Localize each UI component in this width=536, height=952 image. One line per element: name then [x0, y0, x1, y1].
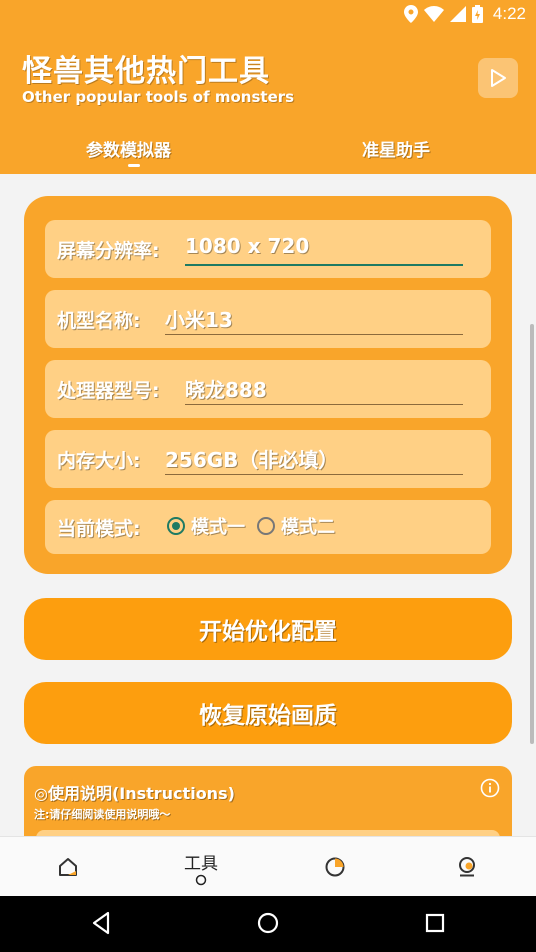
circle-indicator-icon	[195, 874, 207, 885]
scrollbar[interactable]	[530, 324, 534, 744]
mode-one-label[interactable]: 模式一	[191, 513, 245, 539]
resolution-input[interactable]: 1080 x 720	[185, 234, 463, 266]
mode-label: 当前模式:	[57, 518, 141, 540]
memory-row: 内存大小: 256GB（非必填）	[45, 430, 491, 488]
mode-row: 当前模式: 模式一 模式二	[45, 500, 491, 554]
model-input[interactable]: 小米13	[165, 304, 463, 335]
instructions-note: 注:请仔细阅读使用说明哦～	[34, 808, 171, 821]
info-icon[interactable]	[480, 778, 500, 798]
battery-icon	[471, 5, 483, 23]
home-system-icon[interactable]	[256, 910, 280, 936]
nav-tools-label: 工具	[184, 853, 218, 874]
status-time: 4:22	[492, 4, 526, 23]
start-optimize-button[interactable]: 开始优化配置	[24, 598, 512, 660]
back-icon[interactable]	[90, 910, 112, 936]
processor-input[interactable]: 晓龙888	[185, 374, 463, 405]
tab-parameter-simulator[interactable]: 参数模拟器	[86, 136, 171, 161]
mode-two-radio[interactable]	[257, 517, 275, 535]
recents-icon[interactable]	[424, 910, 446, 936]
page-title: 怪兽其他热门工具	[22, 54, 270, 89]
memory-label: 内存大小:	[57, 450, 141, 472]
app-header: 怪兽其他热门工具 Other popular tools of monsters…	[0, 30, 536, 174]
mode-radio-group: 模式一 模式二	[167, 513, 335, 539]
processor-row: 处理器型号: 晓龙888	[45, 360, 491, 418]
wifi-icon	[423, 6, 444, 22]
mode-two-label[interactable]: 模式二	[281, 513, 335, 539]
resolution-row: 屏幕分辨率: 1080 x 720	[45, 220, 491, 278]
tab-indicator	[128, 164, 140, 167]
page-subtitle: Other popular tools of monsters	[22, 88, 295, 106]
mode-one-radio[interactable]	[167, 517, 185, 535]
tab-crosshair-assistant[interactable]: 准星助手	[362, 136, 430, 161]
instructions-title: ◎使用说明(Instructions)	[34, 784, 235, 803]
system-nav-bar	[0, 896, 536, 952]
memory-input[interactable]: 256GB（非必填）	[165, 444, 463, 475]
processor-label: 处理器型号:	[57, 380, 160, 402]
home-icon	[59, 858, 77, 876]
bottom-nav: 工具	[0, 836, 536, 897]
profile-icon	[459, 857, 475, 877]
pie-chart-icon	[325, 857, 345, 877]
nav-profile[interactable]	[454, 837, 480, 897]
model-label: 机型名称:	[57, 310, 141, 332]
nav-stats[interactable]	[322, 837, 348, 897]
resolution-label: 屏幕分辨率:	[57, 240, 160, 262]
status-icons: 4:22	[403, 4, 526, 24]
status-bar: 4:22	[0, 0, 536, 30]
signal-icon	[449, 6, 466, 22]
model-row: 机型名称: 小米13	[45, 290, 491, 348]
config-form-card: 屏幕分辨率: 1080 x 720 机型名称: 小米13 处理器型号: 晓龙88…	[24, 196, 512, 574]
location-icon	[403, 5, 418, 23]
nav-tools[interactable]: 工具	[170, 837, 232, 897]
nav-home[interactable]	[46, 837, 90, 897]
play-icon	[491, 69, 506, 87]
main-content[interactable]: 屏幕分辨率: 1080 x 720 机型名称: 小米13 处理器型号: 晓龙88…	[0, 174, 536, 836]
play-button[interactable]	[478, 58, 518, 98]
instructions-card: ◎使用说明(Instructions) 注:请仔细阅读使用说明哦～	[24, 766, 512, 836]
restore-quality-button[interactable]: 恢复原始画质	[24, 682, 512, 744]
